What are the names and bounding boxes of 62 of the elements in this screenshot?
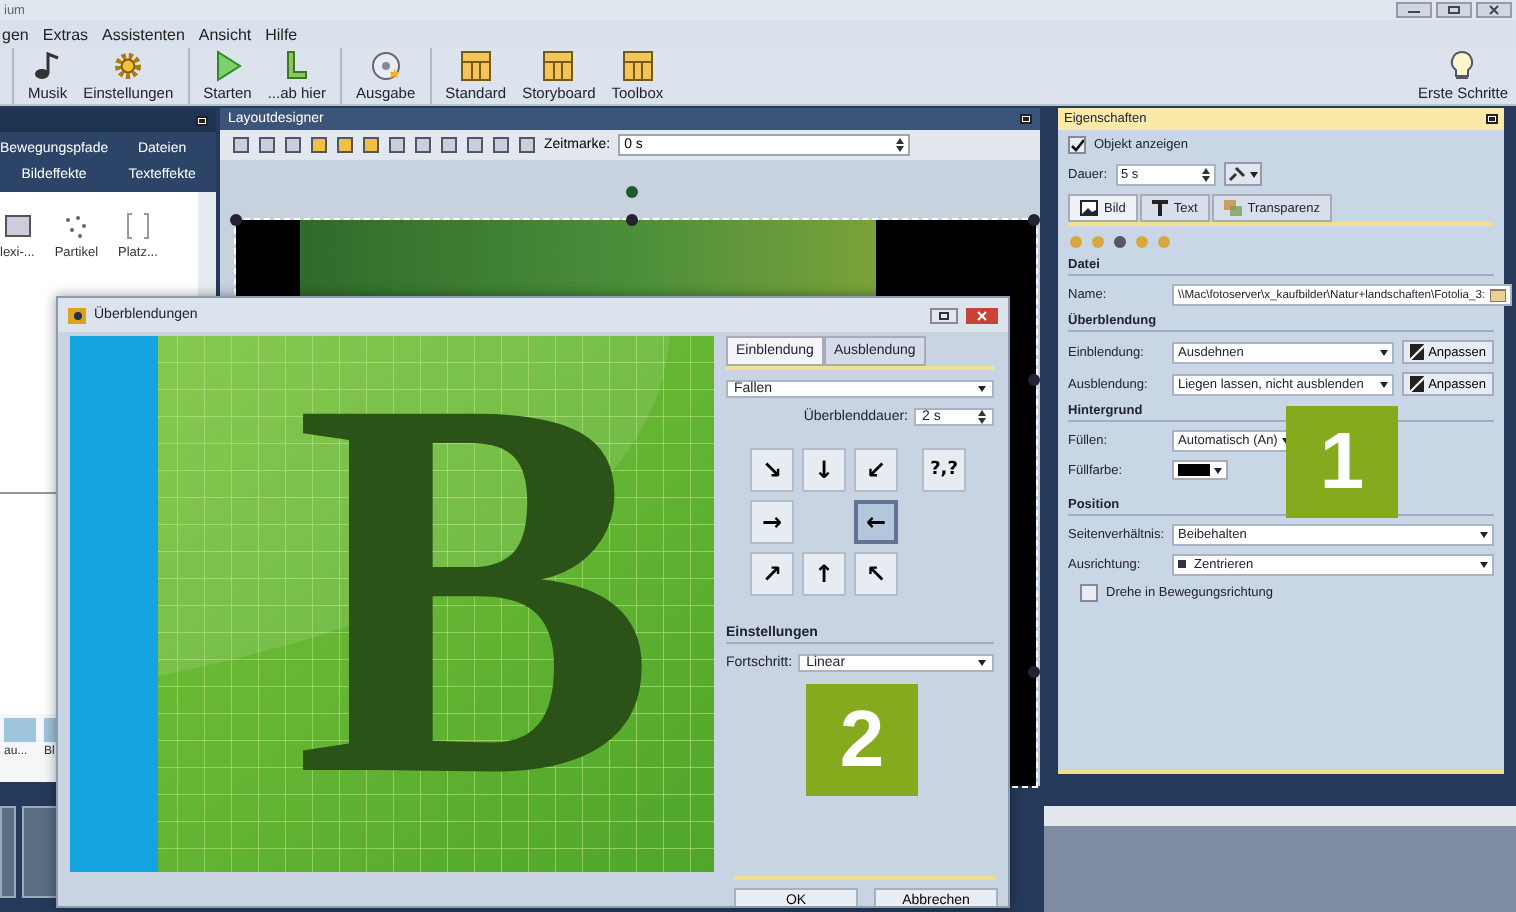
caret-icon [1214,467,1222,473]
random-direction-button[interactable]: ?,? [922,448,966,492]
link-button[interactable] [1223,162,1262,186]
checkbox[interactable] [1068,136,1086,154]
checkbox[interactable] [1080,584,1098,602]
dots-icon [62,212,91,240]
direction-button[interactable]: ↑ [802,552,846,596]
layout-icon [621,50,654,82]
gear-icon [112,50,145,82]
caret-icon [1480,532,1488,538]
direction-button[interactable]: ↘ [750,448,794,492]
maximize-icon[interactable] [1436,2,1472,18]
direction-button[interactable]: ← [854,500,898,544]
lightbulb-icon [1450,50,1475,82]
adjust-icon [1410,376,1425,392]
selection-handle[interactable] [626,214,638,226]
color-picker[interactable] [1172,460,1228,480]
selection-handle[interactable] [230,214,242,226]
spinner-icon[interactable] [978,410,986,424]
close-icon[interactable] [1476,2,1512,18]
pin-icon[interactable] [1020,114,1032,124]
restore-icon[interactable] [930,307,958,323]
direction-button[interactable]: ↙ [854,448,898,492]
adjust-icon [1410,344,1425,360]
menu-item[interactable]: Extras [42,25,89,43]
menu-item[interactable]: Ansicht [198,25,252,43]
layout-icon [542,50,575,82]
menu-item[interactable]: Assistenten [102,25,185,43]
frame-icon [3,212,32,240]
rotate-handle[interactable] [626,186,638,198]
selection-handle[interactable] [1028,214,1040,226]
bracket-icon [123,212,152,240]
caret-icon [978,660,986,666]
thumbnail-placeholder [4,718,36,742]
caret-icon [1480,562,1488,568]
layers-icon [1223,200,1242,216]
caret-icon [1380,349,1388,355]
app-icon [68,307,86,323]
direction-button[interactable]: ↗ [750,552,794,596]
spinner-icon[interactable] [896,138,905,152]
image-icon [1080,200,1098,216]
clip-thumbnail[interactable] [0,806,16,898]
caret-icon [978,386,986,392]
direction-button[interactable]: → [750,500,794,544]
spinner-icon[interactable] [1201,167,1210,181]
step-number-badge: 1 [1286,406,1398,518]
caret-icon [1249,171,1258,177]
text-tool-icon [1151,200,1168,216]
step-number-badge: 2 [806,684,918,796]
folder-icon[interactable] [1489,288,1506,302]
menu-item[interactable]: Hilfe [265,25,298,43]
direction-button[interactable]: ↓ [802,448,846,492]
music-note-icon [31,50,64,82]
menu-item[interactable]: gen [2,25,29,43]
minimize-icon[interactable] [1396,2,1432,18]
pin-icon[interactable] [1486,114,1498,124]
direction-button[interactable]: ↖ [854,552,898,596]
pin-icon[interactable] [196,115,208,125]
caret-icon [1380,381,1388,387]
alignment-icon [1178,560,1186,568]
close-icon[interactable] [966,307,998,323]
layout-icon [459,50,492,82]
